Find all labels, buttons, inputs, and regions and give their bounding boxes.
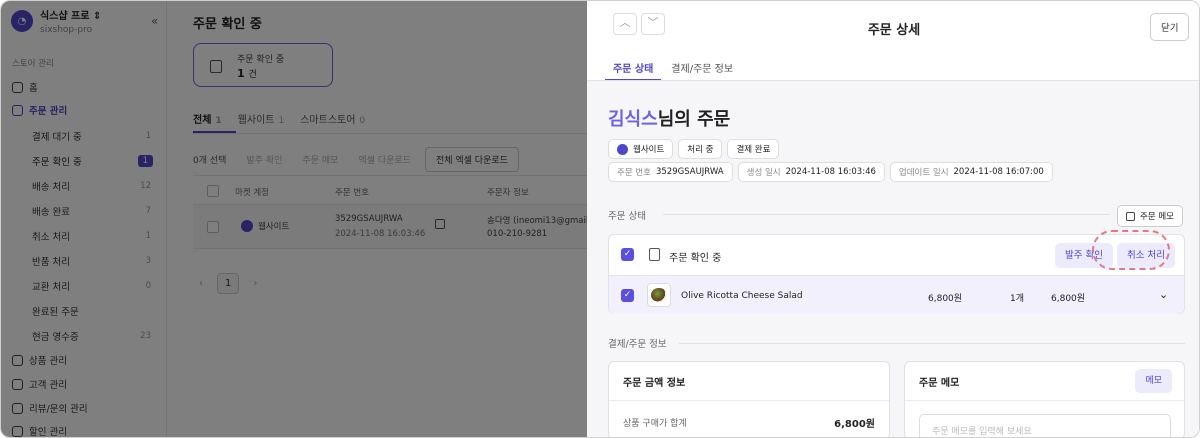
item-checkbox[interactable]: ✓	[621, 289, 634, 302]
panel-title: 주문 상세	[867, 23, 921, 38]
expand-chevron-icon[interactable]: ⌄	[1159, 288, 1168, 301]
status-badge: 처리 중	[678, 139, 723, 159]
memo-card: 주문 메모 메모 주문 메모를 입력해 보세요	[904, 361, 1185, 437]
amount-card: 주문 금액 정보 상품 구매가 합계 6,800원	[608, 361, 890, 437]
tab-order-status[interactable]: 주문 상태	[604, 60, 662, 81]
highlight-annotation	[1092, 230, 1170, 270]
memo-icon	[1126, 211, 1135, 221]
app-window: ◔ 식스샵 프로 ⇕ sixshop-pro « 스토어 관리 홈 주문 관리 …	[0, 0, 1200, 438]
memo-input[interactable]: 주문 메모를 입력해 보세요	[919, 414, 1171, 437]
tab-payment-info[interactable]: 결제/주문 정보	[671, 60, 733, 75]
order-item-row[interactable]: ✓ Olive Ricotta Cheese Salad 6,800원 1개 6…	[609, 275, 1184, 314]
section-payment: 결제/주문 정보	[608, 339, 667, 350]
memo-button[interactable]: 메모	[1135, 369, 1172, 393]
product-thumbnail	[647, 283, 671, 307]
section-order-status: 주문 상태	[608, 211, 646, 222]
close-button[interactable]: 닫기	[1150, 13, 1190, 41]
order-detail-panel: ︿ ﹀ 주문 상세 닫기 주문 상태 결제/주문 정보 김식스님의 주문 웹사이…	[587, 1, 1199, 437]
clipboard-icon	[649, 248, 660, 261]
order-memo-button[interactable]: 주문 메모	[1117, 205, 1183, 227]
order-tags: 웹사이트 처리 중 결제 완료	[608, 139, 780, 159]
website-icon	[617, 143, 628, 155]
detail-tabs: 주문 상태 결제/주문 정보	[604, 60, 733, 81]
customer-heading: 김식스님의 주문	[608, 109, 731, 130]
order-meta: 주문 번호 3529GSAUJRWA 생성 일시 2024-11-08 16:03:…	[608, 162, 1053, 182]
status-checkbox[interactable]: ✓	[621, 248, 634, 261]
modal-backdrop[interactable]	[1, 1, 587, 437]
channel-badge: 웹사이트	[608, 139, 674, 159]
payment-badge: 결제 완료	[727, 139, 780, 159]
